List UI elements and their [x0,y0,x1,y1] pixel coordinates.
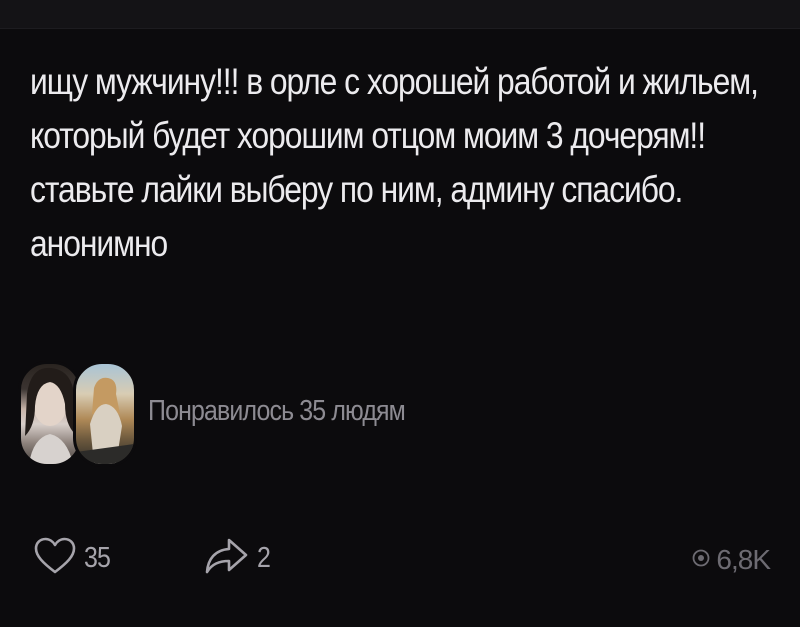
likers-row[interactable]: Понравилось 35 людям [18,355,438,470]
likes-summary-label[interactable]: Понравилось 35 людям [148,395,406,428]
eye-icon [692,549,710,572]
share-arrow-icon [205,536,249,581]
like-button[interactable]: 35 [34,536,114,580]
like-count: 35 [84,541,111,574]
post-actions: 35 2 6,8K [0,530,800,590]
heart-icon [34,537,76,580]
share-count: 2 [257,541,271,574]
avatar-photo-icon [25,367,75,464]
top-bar [0,0,800,29]
views-counter: 6,8K [692,542,771,578]
avatar-photo-icon [76,377,134,464]
avatar[interactable] [73,361,137,467]
post-text: ищу мужчину!!! в орле с хорошей работой … [30,61,759,264]
views-count: 6,8K [716,544,771,575]
share-button[interactable]: 2 [205,536,272,580]
